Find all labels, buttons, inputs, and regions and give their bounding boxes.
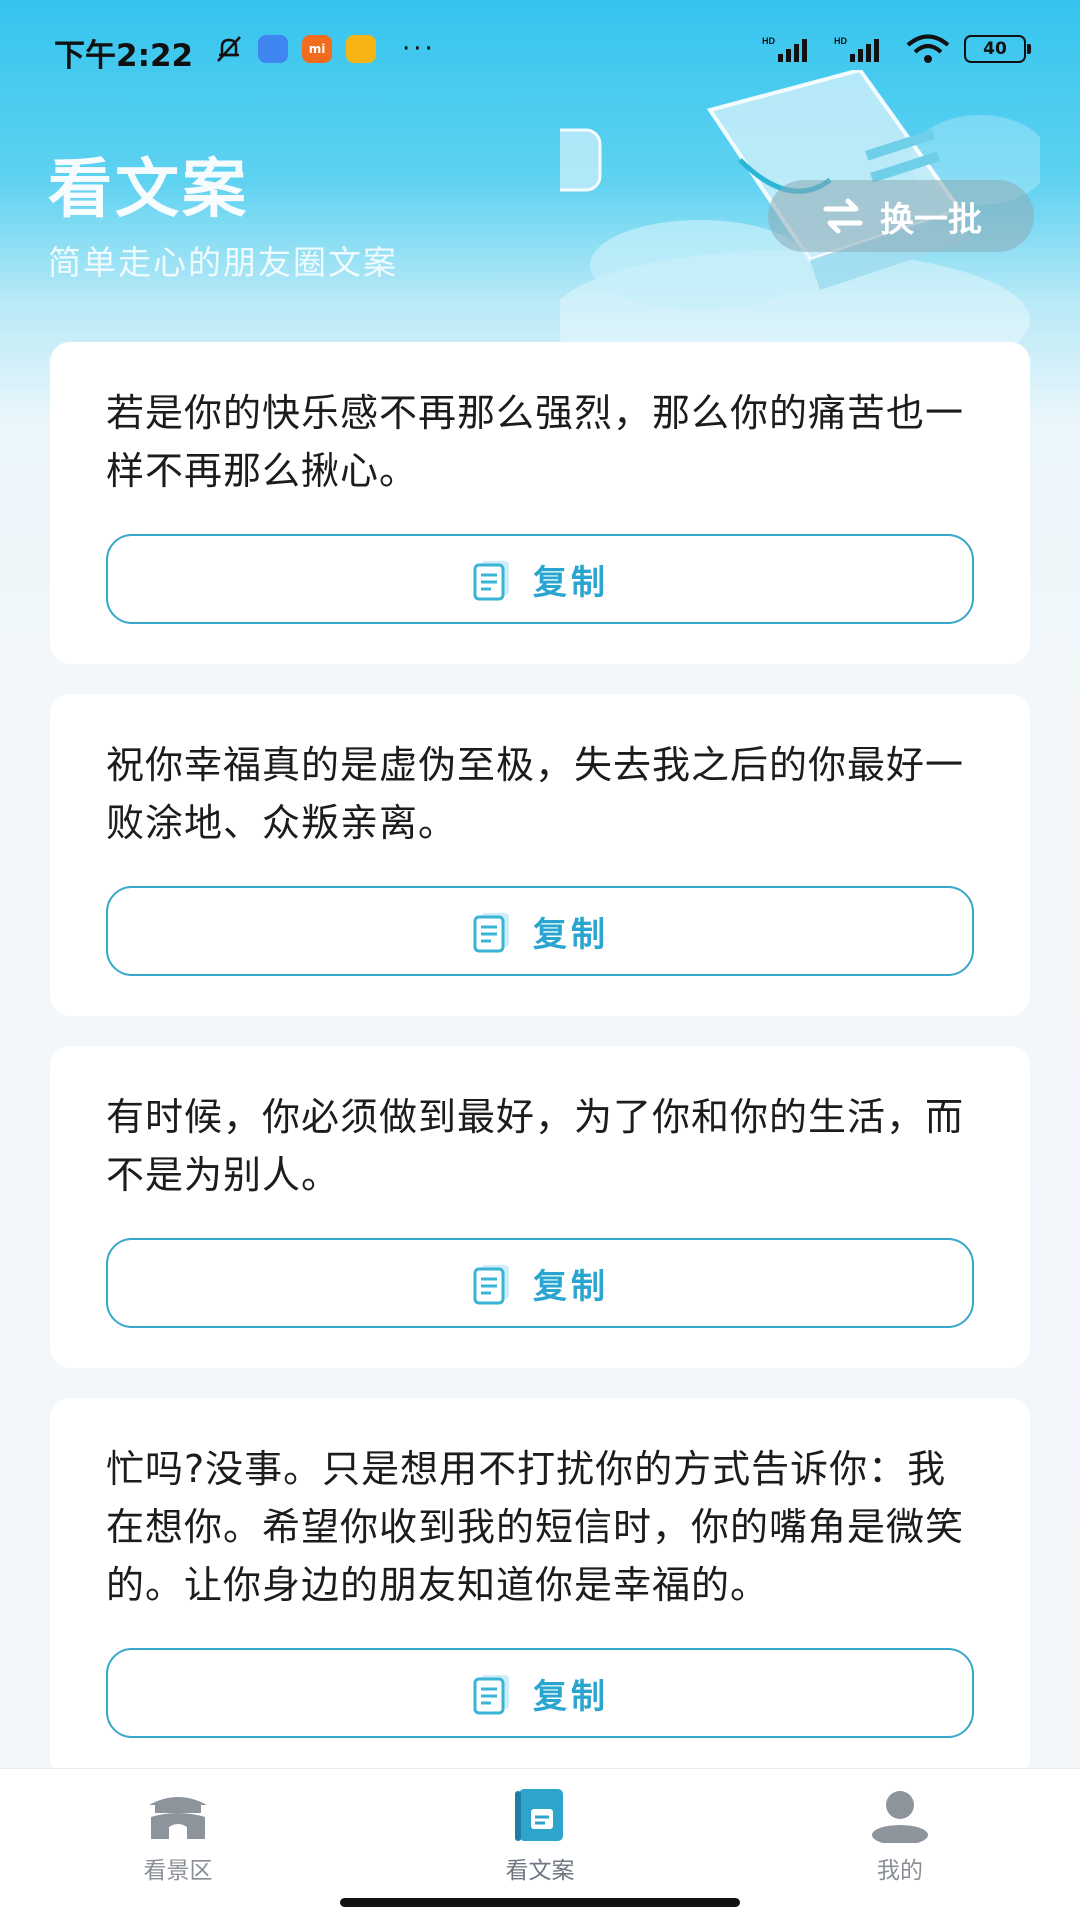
copy-button[interactable]: 复制	[106, 886, 974, 976]
signal-hd-icon-2: HD	[834, 36, 879, 62]
copywriting-text: 若是你的快乐感不再那么强烈，那么你的痛苦也一样不再那么揪心。	[106, 391, 965, 493]
copywriting-list: 若是你的快乐感不再那么强烈，那么你的痛苦也一样不再那么揪心。 复制 祝你幸福真的…	[50, 342, 1030, 1808]
swap-icon	[823, 198, 863, 234]
svg-text:HD: HD	[762, 36, 775, 46]
nav-label-copywriting: 看文案	[505, 1858, 575, 1884]
copywriting-card: 忙吗?没事。只是想用不打扰你的方式告诉你：我在想你。希望你收到我的短信时，你的嘴…	[50, 1398, 1030, 1778]
copy-button[interactable]: 复制	[106, 1648, 974, 1738]
copywriting-card: 若是你的快乐感不再那么强烈，那么你的痛苦也一样不再那么揪心。 复制	[50, 342, 1030, 664]
page-title: 看文案	[48, 153, 249, 227]
battery-icon: 40	[964, 35, 1031, 63]
copy-document-icon	[473, 913, 509, 953]
pavilion-icon	[149, 1797, 207, 1839]
more-notifications-icon: ···	[402, 34, 436, 64]
refresh-batch-button[interactable]: 换一批	[768, 180, 1034, 252]
app-notification-icon	[258, 35, 288, 63]
status-system: HD HD 40	[762, 34, 1031, 64]
copy-document-icon	[473, 1675, 509, 1715]
nav-item-copywriting[interactable]: 看文案	[440, 1787, 640, 1885]
status-notifications: mi ···	[214, 34, 436, 64]
nav-item-scenic[interactable]: 看景区	[78, 1787, 278, 1885]
copywriting-text: 忙吗?没事。只是想用不打扰你的方式告诉你：我在想你。希望你收到我的短信时，你的嘴…	[106, 1447, 965, 1607]
copywriting-text: 祝你幸福真的是虚伪至极，失去我之后的你最好一败涂地、众叛亲离。	[106, 743, 965, 845]
document-icon	[515, 1789, 563, 1841]
copy-document-icon	[473, 561, 509, 601]
user-icon	[872, 1791, 928, 1843]
home-indicator[interactable]	[340, 1898, 740, 1907]
copy-button[interactable]: 复制	[106, 534, 974, 624]
copy-label: 复制	[533, 562, 609, 603]
copywriting-card: 祝你幸福真的是虚伪至极，失去我之后的你最好一败涂地、众叛亲离。 复制	[50, 694, 1030, 1016]
status-time: 下午2:22	[54, 38, 194, 74]
page-subtitle: 简单走心的朋友圈文案	[48, 243, 398, 282]
copy-label: 复制	[533, 914, 609, 955]
svg-text:HD: HD	[834, 36, 847, 46]
message-app-icon	[346, 35, 376, 63]
copy-document-icon	[473, 1265, 509, 1305]
copywriting-text: 有时候，你必须做到最好，为了你和你的生活，而不是为别人。	[106, 1095, 965, 1197]
bell-off-icon	[217, 36, 241, 62]
wifi-icon	[906, 34, 950, 63]
copy-button[interactable]: 复制	[106, 1238, 974, 1328]
copywriting-card: 有时候，你必须做到最好，为了你和你的生活，而不是为别人。 复制	[50, 1046, 1030, 1368]
signal-hd-icon: HD	[762, 36, 807, 62]
screen: 下午2:22 mi ··· HD HD 40 看文案 简单走心的朋友圈文案 换一…	[0, 0, 1080, 1920]
refresh-batch-label: 换一批	[880, 199, 982, 240]
copy-label: 复制	[533, 1676, 609, 1717]
mi-app-icon: mi	[302, 35, 332, 63]
nav-label-scenic: 看景区	[143, 1858, 213, 1884]
copy-label: 复制	[533, 1266, 609, 1307]
nav-label-mine: 我的	[877, 1858, 923, 1884]
nav-item-mine[interactable]: 我的	[800, 1787, 1000, 1885]
